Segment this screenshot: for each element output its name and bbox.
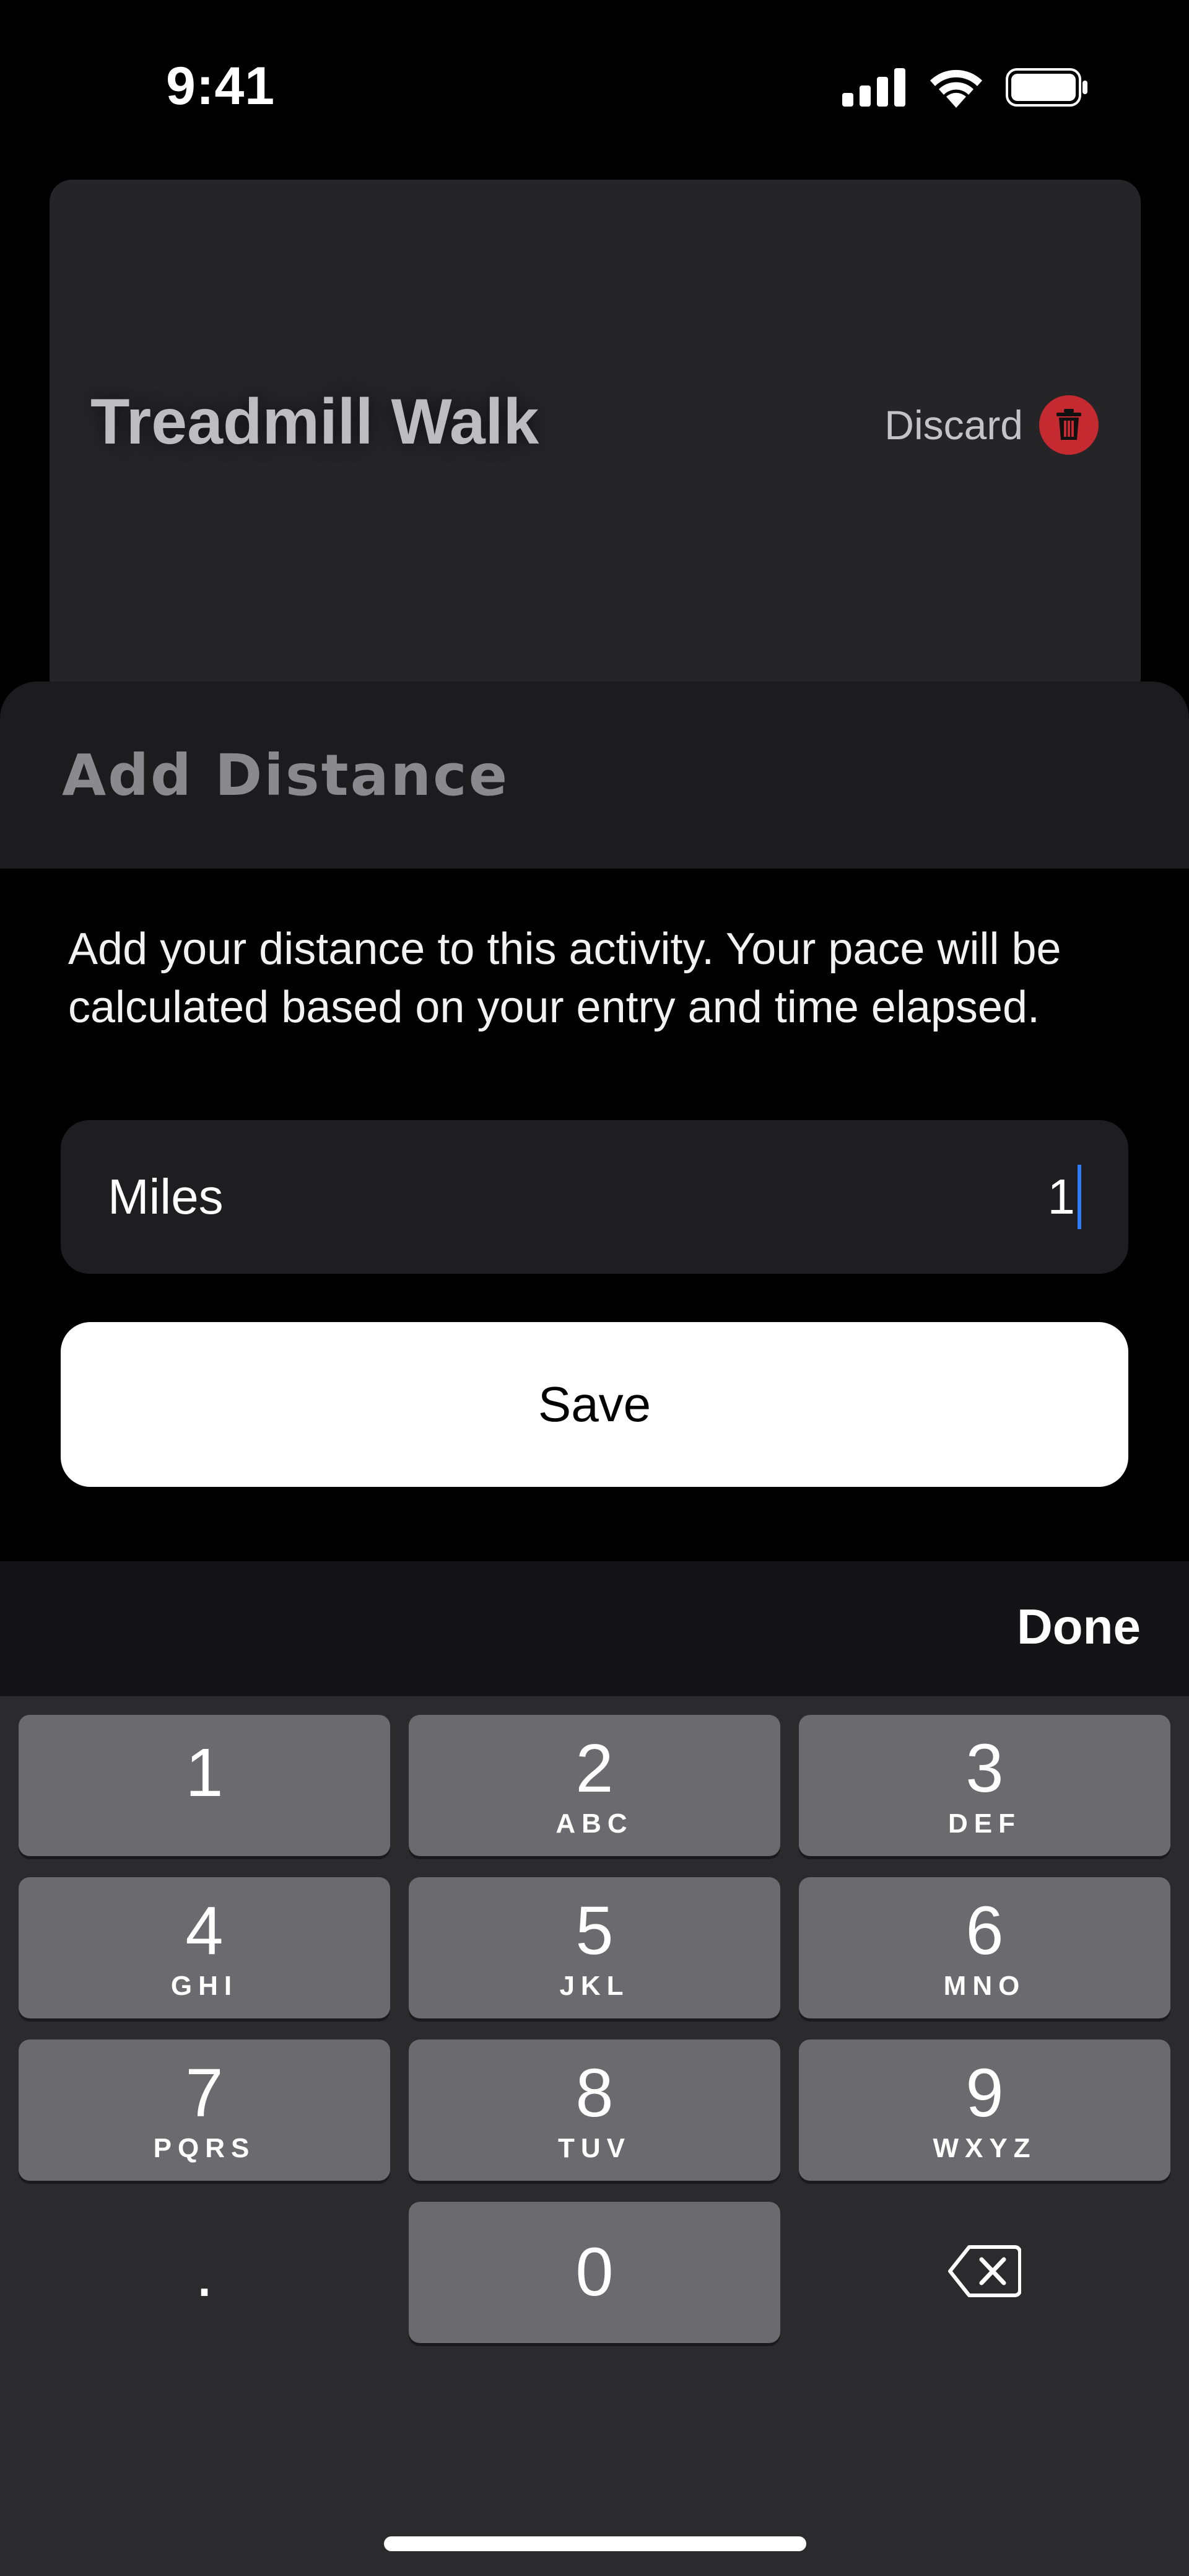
key-8[interactable]: 8 TUV bbox=[409, 2039, 780, 2181]
key-letters: MNO bbox=[943, 1971, 1026, 2001]
discard-button[interactable]: Discard bbox=[884, 395, 1099, 455]
miles-input-value: 1 bbox=[1047, 1169, 1076, 1224]
key-number: 7 bbox=[185, 2055, 224, 2131]
save-button[interactable]: Save bbox=[61, 1322, 1128, 1487]
battery-icon bbox=[1006, 68, 1089, 110]
miles-input-label: Miles bbox=[108, 1169, 224, 1224]
sheet-title: Add Distance bbox=[62, 742, 510, 808]
key-7[interactable]: 7 PQRS bbox=[19, 2039, 390, 2181]
status-icons bbox=[842, 67, 1089, 111]
key-0[interactable]: 0 bbox=[409, 2202, 780, 2343]
miles-input-value-wrap: 1 bbox=[1047, 1165, 1081, 1229]
done-button[interactable]: Done bbox=[1017, 1598, 1141, 1655]
keyboard-accessory-bar: Done bbox=[0, 1561, 1189, 1696]
key-delete[interactable] bbox=[799, 2202, 1170, 2343]
sheet-description: Add your distance to this activity. Your… bbox=[68, 924, 1061, 1032]
activity-title: Treadmill Walk bbox=[90, 386, 539, 458]
discard-label: Discard bbox=[884, 402, 1023, 448]
key-5[interactable]: 5 JKL bbox=[409, 1877, 780, 2018]
key-number: 9 bbox=[965, 2055, 1004, 2131]
numeric-keyboard: Done 1 2 ABC 3 DEF 4 GHI 5 JKL 6 MNO 7 P… bbox=[0, 1561, 1189, 2576]
key-6[interactable]: 6 MNO bbox=[799, 1877, 1170, 2018]
key-letters: JKL bbox=[559, 1971, 630, 2001]
home-indicator[interactable] bbox=[384, 2536, 806, 2551]
backspace-icon bbox=[948, 2245, 1022, 2301]
wifi-icon bbox=[928, 67, 985, 111]
sheet-header: Add Distance bbox=[0, 681, 1189, 869]
key-letters: PQRS bbox=[153, 2133, 256, 2163]
key-number: 1 bbox=[185, 1735, 224, 1811]
key-letters: TUV bbox=[558, 2133, 631, 2163]
key-letters: ABC bbox=[555, 1808, 634, 1839]
key-decimal[interactable]: . bbox=[19, 2202, 390, 2343]
key-number: 4 bbox=[185, 1893, 224, 1969]
key-4[interactable]: 4 GHI bbox=[19, 1877, 390, 2018]
key-letters: DEF bbox=[948, 1808, 1021, 1839]
key-number: 8 bbox=[575, 2055, 614, 2131]
text-caret bbox=[1078, 1165, 1081, 1229]
status-time: 9:41 bbox=[166, 56, 276, 116]
key-number: 2 bbox=[575, 1730, 614, 1807]
key-number: 3 bbox=[965, 1730, 1004, 1807]
key-1[interactable]: 1 bbox=[19, 1715, 390, 1856]
cellular-signal-icon bbox=[842, 68, 907, 110]
save-label: Save bbox=[538, 1377, 651, 1432]
key-number: 0 bbox=[575, 2234, 614, 2310]
status-bar: 9:41 bbox=[0, 0, 1189, 173]
key-9[interactable]: 9 WXYZ bbox=[799, 2039, 1170, 2181]
key-letters: GHI bbox=[170, 1971, 238, 2001]
key-number: 6 bbox=[965, 1893, 1004, 1969]
key-number: 5 bbox=[575, 1893, 614, 1969]
key-number: . bbox=[194, 2234, 214, 2311]
miles-input[interactable]: Miles 1 bbox=[61, 1120, 1128, 1274]
key-letters: WXYZ bbox=[933, 2133, 1037, 2163]
trash-icon bbox=[1039, 395, 1099, 455]
key-2[interactable]: 2 ABC bbox=[409, 1715, 780, 1856]
keypad: 1 2 ABC 3 DEF 4 GHI 5 JKL 6 MNO 7 PQRS 8… bbox=[19, 1715, 1170, 2343]
key-3[interactable]: 3 DEF bbox=[799, 1715, 1170, 1856]
